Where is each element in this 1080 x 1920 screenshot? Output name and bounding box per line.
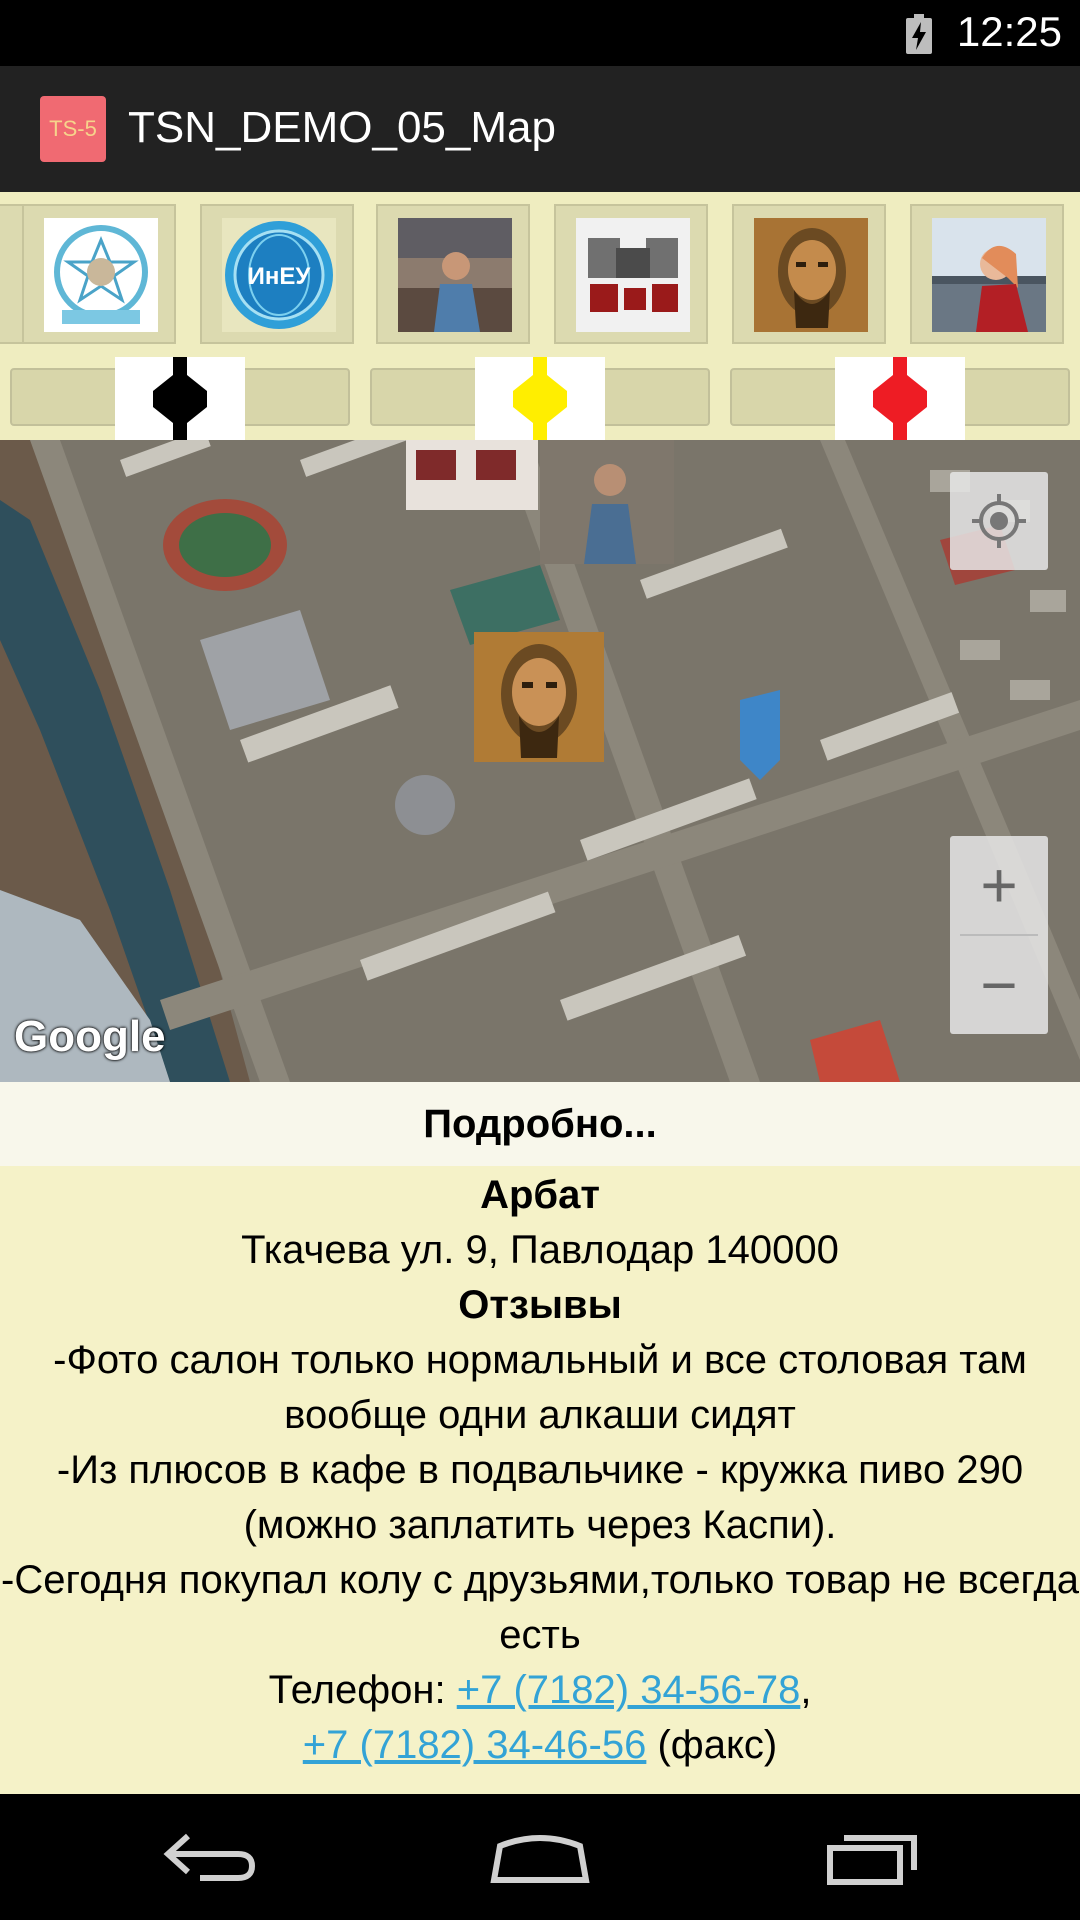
home-icon[interactable] [490, 1832, 590, 1884]
fax-label: (факс) [646, 1723, 778, 1767]
yellow-marker-icon[interactable] [475, 357, 605, 440]
my-location-button[interactable] [950, 472, 1048, 570]
thumbnail-3[interactable] [376, 204, 530, 344]
phone-label: Телефон: [268, 1668, 457, 1712]
review-2: -Из плюсов в кафе в подвальчике - кружка… [56, 1448, 1024, 1547]
place-info-panel: Арбат Ткачева ул. 9, Павлодар 140000 Отз… [0, 1166, 1080, 1794]
recents-icon[interactable] [826, 1830, 922, 1886]
app-title: TSN_DEMO_05_Map [128, 103, 556, 152]
place-name: Арбат [480, 1173, 600, 1217]
map-photo-marker-pattern[interactable] [406, 440, 538, 510]
logo-university-icon [44, 218, 158, 332]
zoom-out-button[interactable]: − [950, 936, 1048, 1034]
back-icon[interactable] [160, 1830, 260, 1886]
thumbnail-6[interactable] [910, 204, 1064, 344]
location-crosshair-icon [972, 494, 1026, 548]
google-logo: Google [14, 1012, 166, 1061]
red-marker-icon[interactable] [835, 357, 965, 440]
phone-line: Телефон: +7 (7182) 34-56-78, [0, 1663, 1080, 1718]
phone-separator: , [800, 1668, 812, 1712]
thumbnail-partial[interactable] [0, 204, 24, 344]
place-address: Ткачева ул. 9, Павлодар 140000 [241, 1228, 839, 1272]
thumbnail-2[interactable]: ИнЕУ [200, 204, 354, 344]
black-marker-icon[interactable] [115, 357, 245, 440]
thumbnail-strip: ИнЕУ [0, 192, 1080, 440]
photo-woman-icon [398, 218, 512, 332]
map-photo-marker-painting[interactable] [474, 632, 604, 762]
svg-text:ИнЕУ: ИнЕУ [248, 263, 312, 290]
review-1: -Фото салон только нормальный и все стол… [53, 1338, 1027, 1437]
photo-woman-river-icon [932, 218, 1046, 332]
reviews-title: Отзывы [458, 1283, 622, 1327]
zoom-in-button[interactable]: + [950, 836, 1048, 934]
logo-ineu-icon: ИнЕУ [222, 218, 336, 332]
review-3: -Сегодня покупал колу с друзьями,только … [1, 1558, 1079, 1657]
battery-charging-icon [906, 14, 932, 54]
thumbnail-4[interactable] [554, 204, 708, 344]
map-view[interactable] [0, 440, 1080, 1082]
phone-link-1[interactable]: +7 (7182) 34-56-78 [457, 1668, 801, 1712]
phone-link-2[interactable]: +7 (7182) 34-46-56 [303, 1723, 647, 1767]
fax-line: +7 (7182) 34-46-56 (факс) [0, 1718, 1080, 1773]
navigation-bar [0, 1794, 1080, 1920]
status-bar: 12:25 [0, 0, 1080, 66]
app-icon: TS-5 [40, 96, 106, 162]
map-photo-marker-woman[interactable] [540, 440, 674, 564]
thumbnail-5[interactable] [732, 204, 886, 344]
photo-painting-icon [754, 218, 868, 332]
status-time: 12:25 [956, 8, 1062, 55]
thumbnail-1[interactable] [22, 204, 176, 344]
photo-pattern-icon [576, 218, 690, 332]
more-details-button[interactable]: Подробно... [0, 1082, 1080, 1166]
zoom-controls: + − [950, 836, 1048, 1034]
